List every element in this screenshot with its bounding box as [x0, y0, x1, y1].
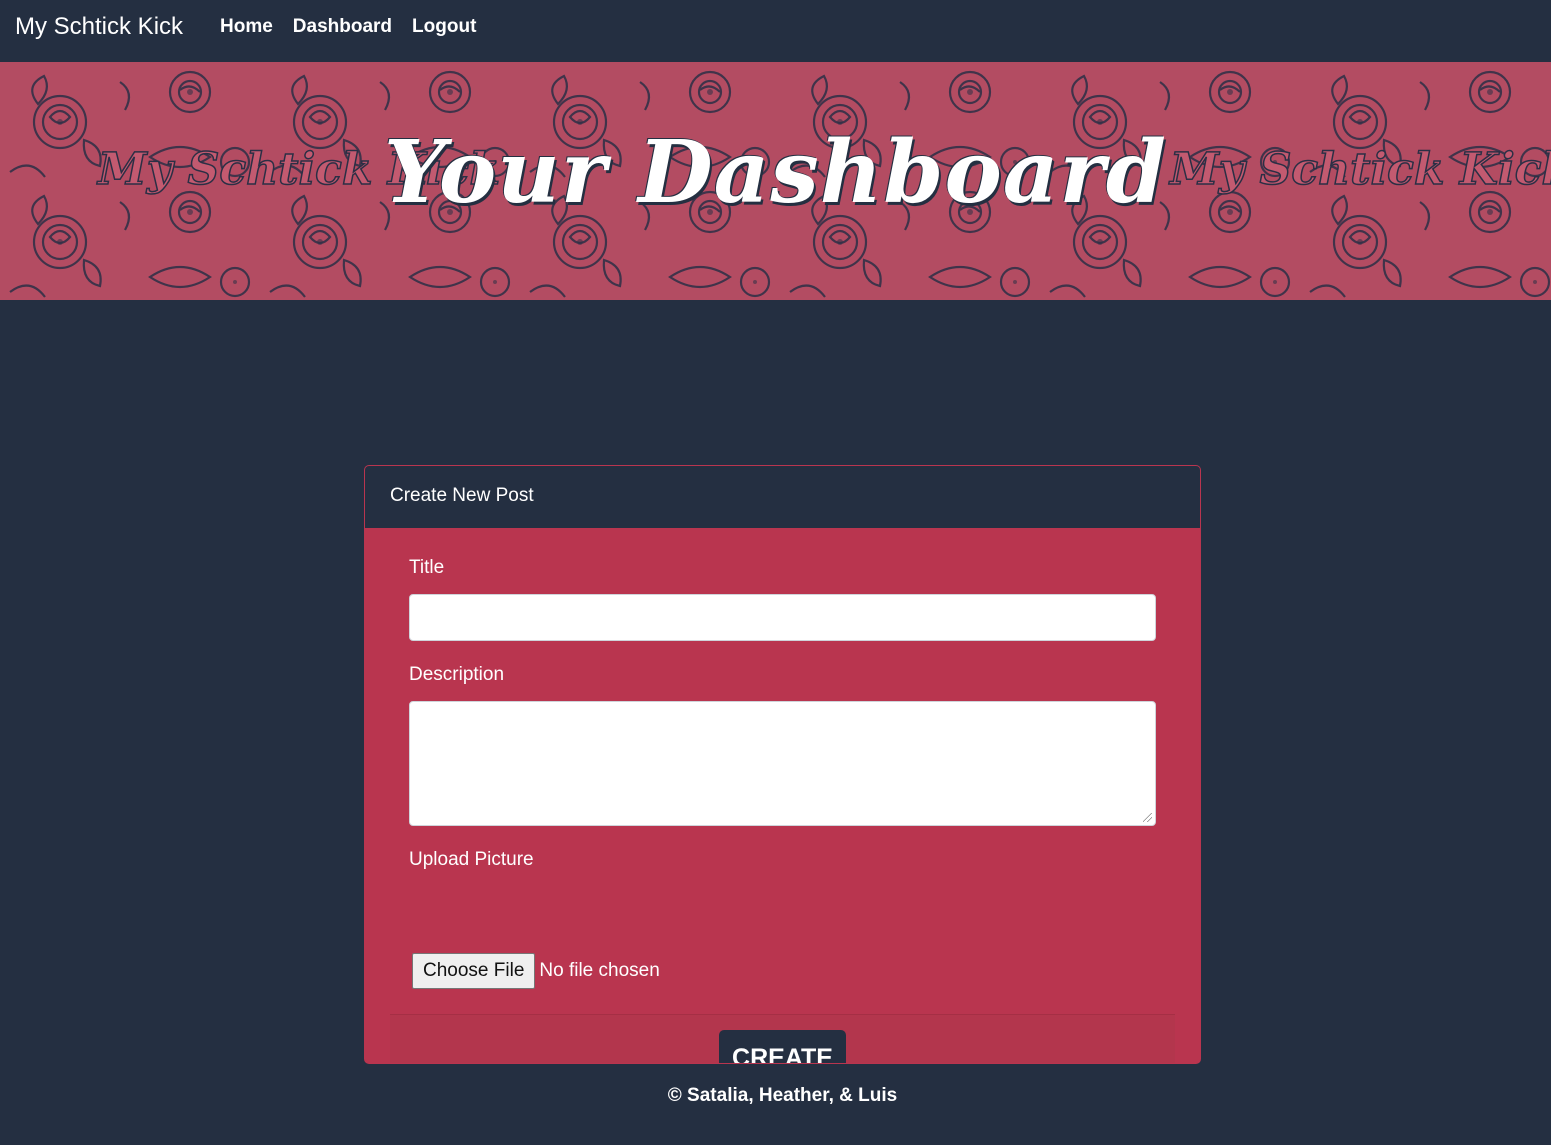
create-post-card: Create New Post Title Description Upload… — [364, 465, 1201, 1064]
brand-link[interactable]: My Schtick Kick — [15, 13, 183, 41]
description-textarea[interactable] — [409, 701, 1156, 826]
title-label: Title — [409, 557, 445, 578]
page-title: Your Dashboard — [384, 122, 1167, 223]
card-footer: CREATE — [390, 1014, 1175, 1063]
card-body: Title Description Upload Picture Choose … — [365, 529, 1200, 1063]
card-header: Create New Post — [365, 466, 1200, 529]
navbar: My Schtick Kick Home Dashboard Logout — [0, 0, 1551, 62]
nav-link-home[interactable]: Home — [220, 16, 273, 38]
create-button[interactable]: CREATE — [719, 1030, 846, 1063]
file-status: No file chosen — [539, 960, 660, 981]
nav-links: Home Dashboard Logout — [220, 16, 496, 38]
upload-picture-label: Upload Picture — [409, 849, 534, 870]
file-input: Choose File No file chosen — [412, 953, 660, 989]
resize-grip-icon[interactable] — [1143, 813, 1152, 822]
nav-link-logout[interactable]: Logout — [412, 16, 476, 38]
title-input[interactable] — [409, 594, 1156, 641]
nav-link-dashboard[interactable]: Dashboard — [293, 16, 392, 38]
description-label: Description — [409, 664, 505, 685]
hero-banner: My Schtick Kick My Schtick Kick Your Das… — [0, 62, 1551, 300]
choose-file-button[interactable]: Choose File — [412, 953, 536, 989]
site-footer: © Satalia, Heather, & Luis — [667, 1085, 898, 1106]
